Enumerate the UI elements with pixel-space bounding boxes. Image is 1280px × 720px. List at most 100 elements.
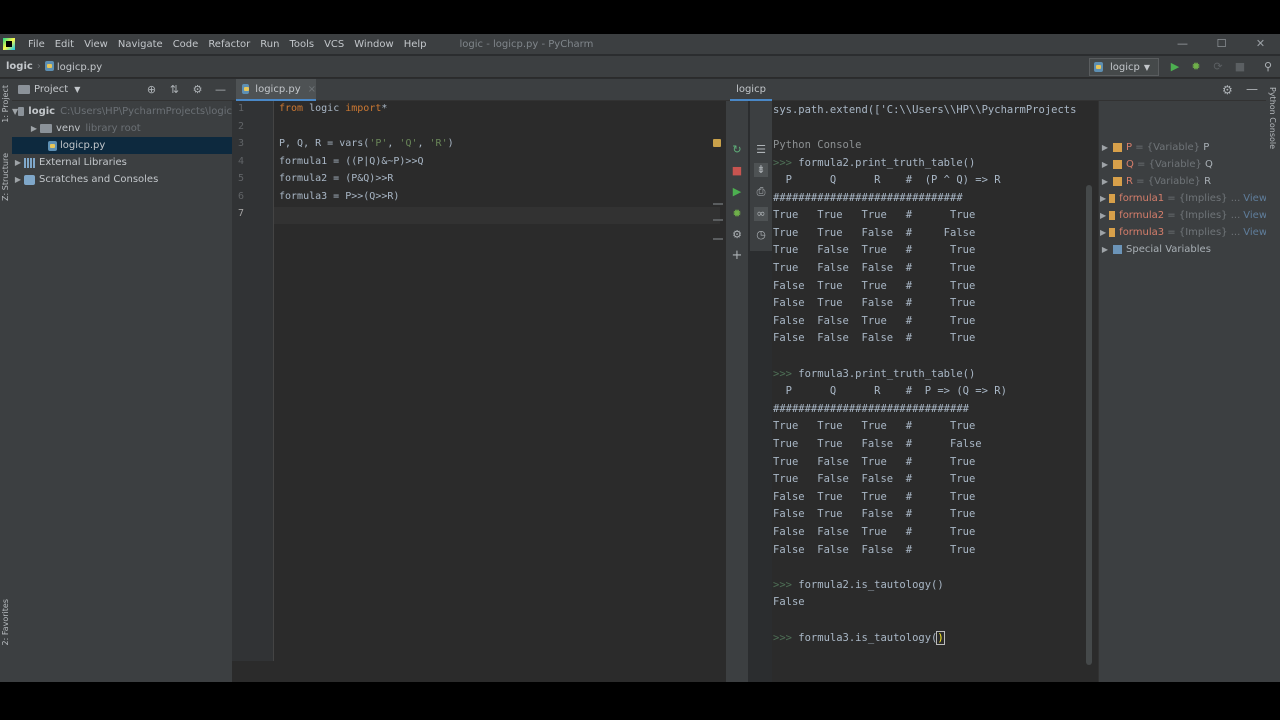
line-number: 7 <box>238 208 245 219</box>
scroll-to-end-icon[interactable]: ⇟ <box>754 163 768 177</box>
keyword-import: import <box>345 103 382 114</box>
maximize-button[interactable]: ☐ <box>1202 34 1241 54</box>
variable-type: {Implies} <box>1178 227 1228 238</box>
console-input-line[interactable]: >>> formula3.is_tautology() <box>773 631 945 645</box>
favorites-tool-tab[interactable]: 2: Favorites <box>1 599 10 645</box>
error-stripe-mark[interactable] <box>713 203 723 205</box>
menu-edit[interactable]: Edit <box>50 39 79 50</box>
run-config-dropdown[interactable]: logicp ▼ <box>1089 58 1159 76</box>
coverage-icon[interactable]: ⟳ <box>1211 60 1225 74</box>
chevron-right-icon[interactable]: ▶ <box>1099 177 1111 186</box>
chevron-down-icon[interactable]: ▼ <box>74 85 80 94</box>
view-link[interactable]: View <box>1243 227 1266 238</box>
menu-code[interactable]: Code <box>168 39 204 50</box>
keyword-from: from <box>279 103 304 114</box>
truth-table-row: False False True # True <box>773 526 976 538</box>
debug-icon[interactable]: ✹ <box>730 207 744 221</box>
view-link[interactable]: View <box>1243 193 1266 204</box>
warning-marker-icon[interactable] <box>713 139 721 147</box>
minimize-button[interactable]: — <box>1163 34 1202 54</box>
hide-panel-icon[interactable]: — <box>209 79 232 101</box>
rerun-icon[interactable]: ↻ <box>730 143 744 157</box>
variable-row[interactable]: ▶ Q = {Variable} Q <box>1099 156 1266 173</box>
breadcrumb-project[interactable]: logic <box>0 61 37 72</box>
variable-row[interactable]: ▶ formula2 = {Implies} ... View <box>1099 207 1266 224</box>
structure-tool-tab[interactable]: Z: Structure <box>1 153 10 201</box>
truth-table-row: False False True # True <box>773 315 976 327</box>
variable-row[interactable]: ▶ formula3 = {Implies} ... View <box>1099 224 1266 241</box>
menu-help[interactable]: Help <box>399 39 432 50</box>
console-line: sys.path.extend(['C:\\Users\\HP\\Pycharm… <box>773 104 1077 116</box>
menu-run[interactable]: Run <box>255 39 284 50</box>
menu-tools[interactable]: Tools <box>284 39 319 50</box>
code-token: ) <box>447 138 454 149</box>
python-console-tool-tab[interactable]: Python Console <box>1268 87 1277 149</box>
chevron-right-icon[interactable]: ▶ <box>1099 160 1111 169</box>
error-stripe-mark[interactable] <box>713 219 723 221</box>
tree-item-scratches[interactable]: ▶ Scratches and Consoles <box>12 171 232 188</box>
gear-icon[interactable]: ⚙ <box>186 79 209 101</box>
python-console-output[interactable]: sys.path.extend(['C:\\Users\\HP\\Pycharm… <box>772 101 1098 682</box>
menu-vcs[interactable]: VCS <box>319 39 349 50</box>
editor-tab-logicp[interactable]: logicp.py × <box>236 79 316 101</box>
view-link[interactable]: View <box>1243 210 1266 221</box>
chevron-right-icon[interactable]: ▶ <box>1099 245 1111 254</box>
close-window-button[interactable]: ✕ <box>1241 34 1280 54</box>
stop-icon[interactable]: ■ <box>730 164 744 178</box>
gear-icon[interactable]: ⚙ <box>1222 83 1233 97</box>
close-tab-icon[interactable]: × <box>308 84 316 95</box>
chevron-right-icon[interactable]: ▶ <box>28 124 40 133</box>
variable-icon <box>1113 160 1122 169</box>
variable-row[interactable]: ▶ formula1 = {Implies} ... View <box>1099 190 1266 207</box>
variable-type: {Variable} <box>1146 142 1200 153</box>
project-tool-tab[interactable]: 1: Project <box>1 85 10 123</box>
chevron-right-icon[interactable]: ▶ <box>1099 143 1111 152</box>
project-panel-title[interactable]: Project <box>34 84 68 95</box>
show-variables-icon[interactable]: ∞ <box>754 207 768 221</box>
menu-navigate[interactable]: Navigate <box>113 39 168 50</box>
stop-icon[interactable]: ■ <box>1233 60 1247 74</box>
run-icon[interactable]: ▶ <box>730 185 744 199</box>
code-editor[interactable]: 1 2 3 4 5 6 7 from logic import* P, Q, R… <box>232 101 726 682</box>
chevron-down-icon: ▼ <box>1143 62 1151 72</box>
console-input-text[interactable]: formula3.is_tautology( <box>792 632 937 644</box>
console-tab-logicp[interactable]: logicp <box>730 79 772 101</box>
python-file-icon <box>44 60 54 71</box>
debug-icon[interactable]: ✹ <box>1189 60 1203 74</box>
hide-panel-icon[interactable]: — <box>1246 82 1258 96</box>
variable-name: Q <box>1126 159 1134 170</box>
chevron-right-icon[interactable]: ▶ <box>12 158 24 167</box>
add-icon[interactable]: + <box>730 249 744 263</box>
search-icon[interactable]: ⚲ <box>1261 60 1275 74</box>
settings-icon[interactable]: ⚙ <box>730 228 744 242</box>
menu-view[interactable]: View <box>79 39 113 50</box>
special-variables-row[interactable]: ▶ Special Variables <box>1099 241 1266 258</box>
soft-wrap-icon[interactable]: ☰ <box>754 143 768 157</box>
tree-item-external-libraries[interactable]: ▶ External Libraries <box>12 154 232 171</box>
variable-row[interactable]: ▶ P = {Variable} P <box>1099 139 1266 156</box>
history-icon[interactable]: ◷ <box>754 228 768 242</box>
menu-window[interactable]: Window <box>349 39 398 50</box>
console-prompt: >>> <box>773 632 792 644</box>
error-stripe-mark[interactable] <box>713 238 723 240</box>
truth-table-row: False True True # True <box>773 491 976 503</box>
chevron-right-icon[interactable]: ▶ <box>1099 194 1107 203</box>
collapse-all-icon[interactable]: ⇅ <box>163 79 186 101</box>
tree-item-root[interactable]: ▼ logic C:\Users\HP\PycharmProjects\logi… <box>12 103 232 120</box>
tree-item-venv[interactable]: ▶ venv library root <box>12 120 232 137</box>
breadcrumb-file[interactable]: logicp.py <box>41 60 106 73</box>
tree-item-file-selected[interactable]: logicp.py <box>12 137 232 154</box>
chevron-right-icon[interactable]: ▶ <box>1099 228 1107 237</box>
chevron-right-icon[interactable]: ▶ <box>1099 211 1107 220</box>
locate-file-icon[interactable]: ⊕ <box>140 79 163 101</box>
console-vertical-scrollbar[interactable] <box>1086 185 1092 665</box>
pycharm-logo-icon <box>3 38 15 50</box>
print-icon[interactable]: ⎙ <box>754 185 768 199</box>
variable-icon <box>1113 143 1122 152</box>
code-line-4: formula1 = ((P|Q)&~P)>>Q <box>279 156 424 167</box>
variable-row[interactable]: ▶ R = {Variable} R <box>1099 173 1266 190</box>
run-icon[interactable]: ▶ <box>1168 60 1182 74</box>
menu-file[interactable]: File <box>23 39 50 50</box>
chevron-right-icon[interactable]: ▶ <box>12 175 24 184</box>
menu-refactor[interactable]: Refactor <box>203 39 255 50</box>
